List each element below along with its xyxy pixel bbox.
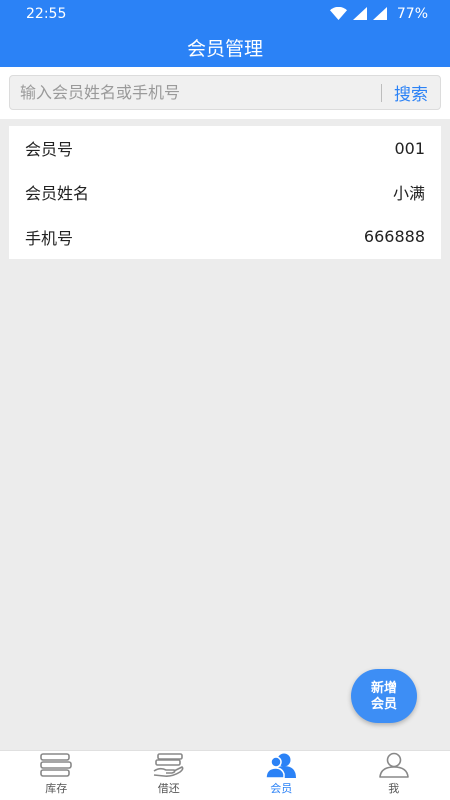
member-name-label: 会员姓名 [25,184,90,204]
member-row-id: 会员号 001 [9,126,441,170]
member-id-value: 001 [394,138,425,158]
member-phone-label: 手机号 [25,228,74,248]
books-icon [40,753,73,777]
signal-icon [372,7,387,20]
member-phone-value: 666888 [363,227,425,247]
nav-item-inventory[interactable]: 库存 [0,751,113,800]
status-icons: 77% [329,5,428,22]
nav-label-members: 会员 [270,782,293,795]
screen: 22:55 77% 会员管理 搜索 会员号 001 [0,0,450,800]
wifi-icon [329,7,347,20]
search-box: 搜索 [9,75,441,110]
person-icon [378,752,409,778]
app-bar: 会员管理 [0,27,450,67]
member-card[interactable]: 会员号 001 会员姓名 小满 手机号 666888 [9,126,441,259]
signal-icon [352,7,367,20]
search-bar: 搜索 [0,67,450,119]
nav-label-inventory: 库存 [45,782,68,795]
hand-book-icon [153,753,184,777]
status-bar: 22:55 77% [0,0,450,27]
nav-item-borrow-return[interactable]: 借还 [113,751,226,800]
status-time: 22:55 [26,5,67,22]
bottom-nav: 库存 借还 会员 我 [0,750,450,800]
nav-item-members[interactable]: 会员 [225,751,338,800]
member-row-phone: 手机号 666888 [9,215,441,259]
member-name-value: 小满 [392,184,425,204]
add-member-label-line2: 会员 [370,696,397,711]
member-row-name: 会员姓名 小满 [9,170,441,214]
page-title: 会员管理 [186,37,263,60]
search-input[interactable] [10,76,381,109]
nav-label-me: 我 [388,782,400,795]
member-id-label: 会员号 [25,140,74,160]
battery-text: 77% [396,5,428,22]
nav-item-me[interactable]: 我 [338,751,450,800]
nav-label-borrow-return: 借还 [157,782,180,795]
search-button[interactable]: 搜索 [382,76,440,109]
member-icon [265,753,297,778]
add-member-button[interactable]: 新增 会员 [351,669,417,723]
add-member-label-line1: 新增 [370,680,397,695]
